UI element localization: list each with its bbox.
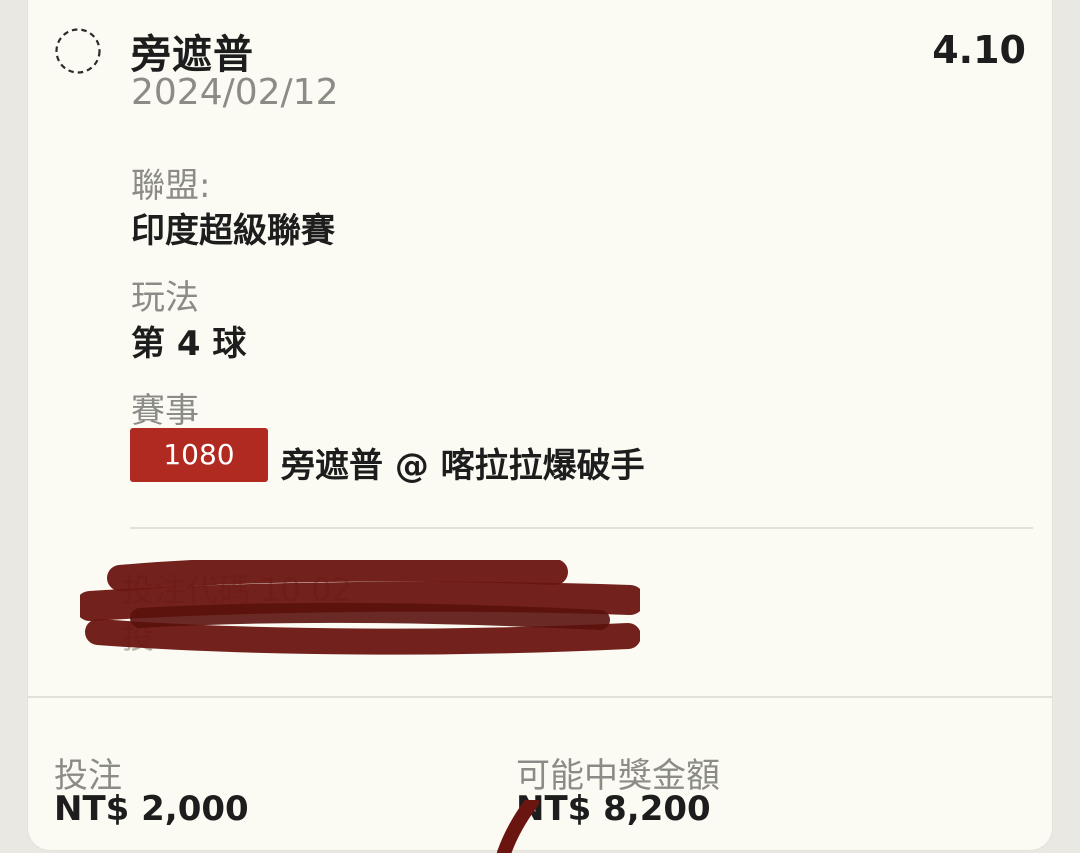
redaction-stroke	[497, 800, 539, 853]
play-type-label: 玩法	[131, 278, 199, 318]
match-label: 賽事	[131, 391, 199, 431]
play-type-value: 第 4 球	[131, 324, 247, 364]
redaction-scribble	[80, 560, 640, 655]
match-id-badge: 1080	[130, 428, 268, 482]
bet-date: 2024/02/12	[131, 72, 339, 113]
section-divider	[130, 527, 1033, 529]
league-value: 印度超級聯賽	[131, 211, 335, 251]
stake-amount: NT$ 2,000	[54, 789, 249, 829]
footer-divider	[28, 696, 1052, 698]
match-name: 旁遮普 @ 喀拉拉爆破手	[281, 446, 645, 486]
loading-spinner-icon	[55, 28, 101, 74]
league-label: 聯盟:	[131, 166, 211, 206]
odds-value: 4.10	[932, 28, 1026, 72]
